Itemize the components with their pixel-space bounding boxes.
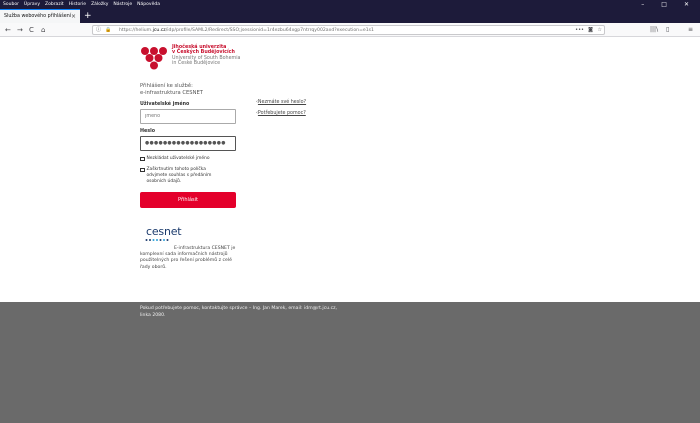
back-icon[interactable]: ← (5, 25, 11, 35)
university-name: Jihočeská univerzita v Českých Budějovic… (172, 45, 241, 67)
pocket-icon[interactable]: ◙ (588, 27, 593, 34)
tab-title: Služba webového přihlášení (4, 14, 72, 19)
sidebar-icon[interactable]: ▯ (666, 25, 669, 35)
remember-username-checkbox[interactable]: Nezkládat uživatelské jméno (140, 156, 210, 162)
password-input[interactable]: ●●●●●●●●●●●●●●●●●● (140, 136, 236, 151)
forgot-password-link[interactable]: ‹Nezmáte své heslo? (256, 100, 306, 105)
menu-view[interactable]: Zobrazit (45, 0, 64, 9)
info-icon[interactable]: ⓘ (96, 27, 101, 34)
cesnet-logo-dots (145, 239, 169, 241)
menu-file[interactable]: Soubor (3, 0, 19, 9)
page-footer: Pokud potřebujete pomoc, kontaktujte spr… (0, 302, 700, 423)
home-icon[interactable]: ⌂ (41, 25, 45, 35)
cesnet-logo: cesnet (146, 225, 182, 238)
minimize-button[interactable]: – (641, 0, 644, 9)
tab-close-icon[interactable]: × (71, 13, 76, 20)
service-heading: Přihlášení ke službě: e-infrastruktura C… (140, 83, 203, 96)
menu-history[interactable]: Historie (69, 0, 86, 9)
lock-icon[interactable]: 🔒 (105, 27, 111, 34)
tab-strip: Služba webového přihlášení × + (0, 9, 700, 23)
reload-icon[interactable]: C (29, 25, 34, 35)
cesnet-description: E-infrastruktura CESNET je komplexní sad… (140, 246, 236, 270)
menu-edit[interactable]: Úpravy (24, 0, 40, 9)
password-label: Heslo (140, 129, 156, 134)
menu-help[interactable]: Nápověda (137, 0, 160, 9)
checkbox-box[interactable] (140, 156, 145, 161)
more-actions-icon[interactable]: ••• (575, 27, 584, 34)
page-content: Jihočeská univerzita v Českých Budějovic… (0, 37, 700, 302)
need-help-link[interactable]: ‹Potřebujete pomoc? (256, 111, 306, 116)
menu-bookmarks[interactable]: Záložky (91, 0, 108, 9)
username-label: Uživatelské jméno (140, 102, 190, 107)
url-bar[interactable]: ⓘ 🔒 https://helium.jcu.cz/idp/profile/SA… (92, 25, 605, 35)
footer-contact: Pokud potřebujete pomoc, kontaktujte spr… (140, 306, 337, 318)
library-icon[interactable]: |||\ (650, 25, 658, 35)
bookmark-star-icon[interactable]: ☆ (598, 27, 602, 34)
tab-active[interactable]: Služba webového přihlášení × (0, 9, 80, 23)
close-window-button[interactable]: ✕ (684, 0, 689, 9)
consent-checkbox[interactable]: Zaškrtnutím tohoto políčka odvjmete souh… (140, 167, 220, 184)
new-tab-button[interactable]: + (84, 10, 92, 22)
forward-icon[interactable]: → (17, 25, 23, 35)
maximize-button[interactable]: □ (661, 0, 667, 9)
university-logo (141, 47, 167, 70)
window-controls: – □ ✕ (641, 0, 694, 9)
username-input[interactable] (140, 109, 236, 124)
checkbox-box[interactable] (140, 167, 145, 172)
menu-bar: Soubor Úpravy Zobrazit Historie Záložky … (0, 0, 700, 9)
menu-tools[interactable]: Nástroje (113, 0, 132, 9)
login-button[interactable]: Přihlásit (140, 192, 236, 208)
nav-toolbar: ← → C ⌂ ⓘ 🔒 https://helium.jcu.cz/idp/pr… (0, 23, 700, 37)
hamburger-menu-icon[interactable]: ≡ (688, 25, 693, 35)
url-text: https://helium.jcu.cz/idp/profile/SAML2/… (119, 28, 374, 33)
